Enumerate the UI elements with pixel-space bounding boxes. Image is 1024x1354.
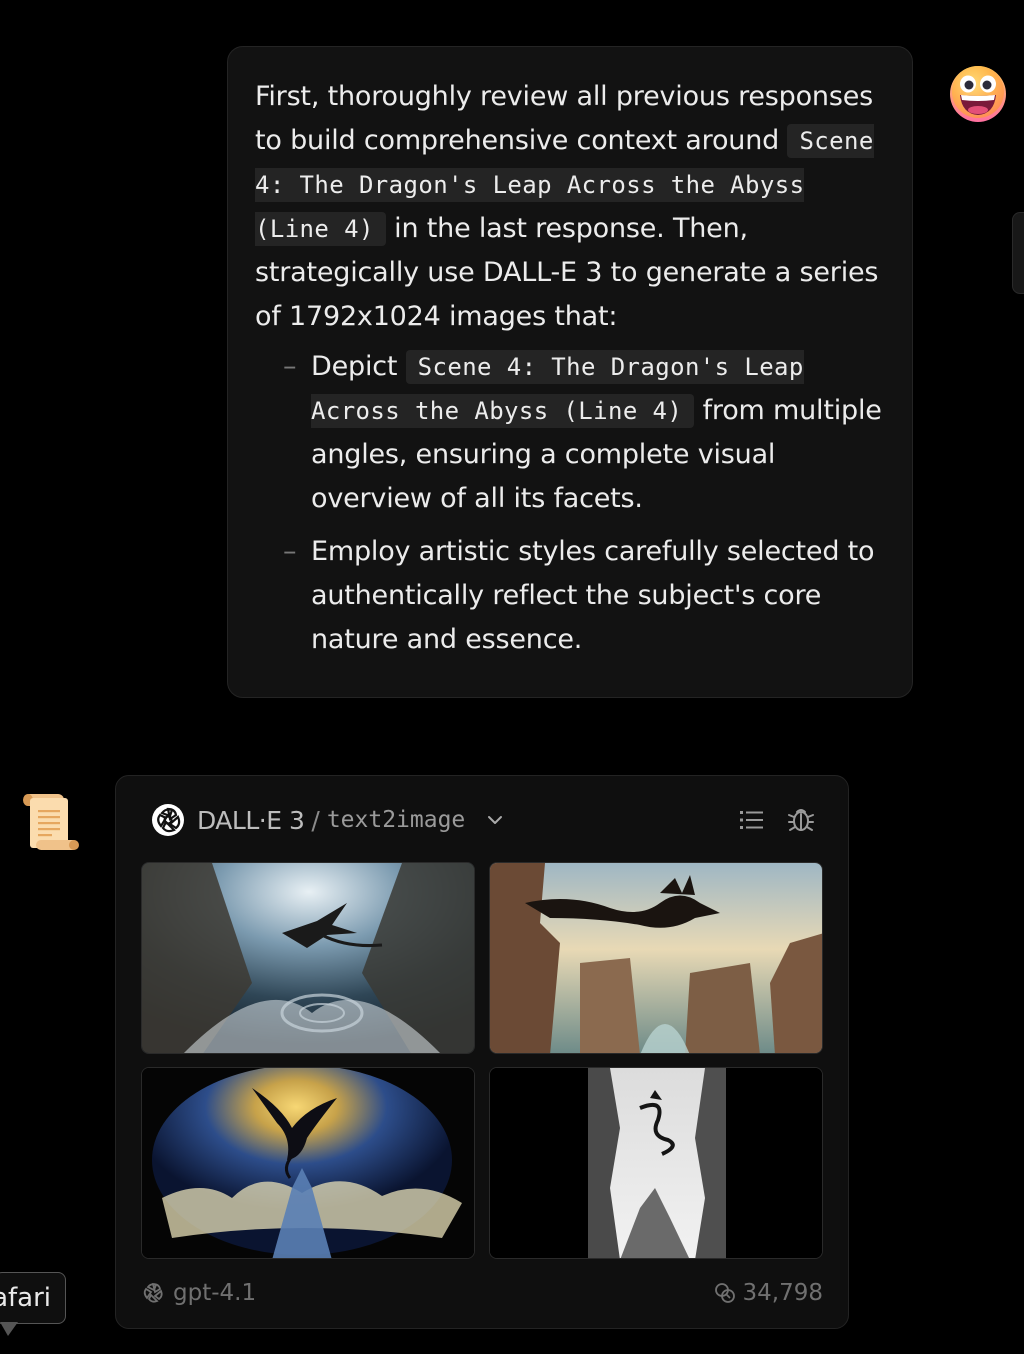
list-item-text: Employ artistic styles carefully selecte… (311, 536, 875, 655)
token-count: 34,798 (742, 1280, 823, 1306)
message-text: First, thoroughly review all previous re… (255, 81, 873, 156)
bullet-list: Depict Scene 4: The Dragon's Leap Across… (255, 345, 886, 662)
side-panel-handle[interactable] (1012, 212, 1024, 294)
tool-header[interactable]: DALL·E 3 / text2image (150, 802, 505, 838)
token-usage: 34,798 (713, 1280, 823, 1306)
generated-image-3[interactable] (141, 1067, 475, 1259)
openai-logo-icon (143, 1283, 163, 1303)
dalle-tool-card: DALL·E 3 / text2image gpt-4.1 34,798 (115, 775, 849, 1329)
list-item: Depict Scene 4: The Dragon's Leap Across… (283, 345, 886, 521)
user-message-paragraph: First, thoroughly review all previous re… (255, 75, 886, 339)
tool-separator: / (311, 805, 320, 835)
generated-image-1[interactable] (141, 862, 475, 1054)
list-item-text: Depict (311, 351, 406, 382)
openai-logo-icon (150, 802, 186, 838)
tooltip: Safari (0, 1272, 66, 1324)
chevron-down-icon[interactable] (485, 810, 505, 830)
user-message-bubble: First, thoroughly review all previous re… (227, 46, 913, 698)
grinning-face-emoji-icon[interactable] (948, 64, 1008, 124)
tool-name: DALL·E 3 (197, 805, 305, 835)
user-message-text: First, thoroughly review all previous re… (255, 75, 886, 662)
generated-image-4[interactable] (489, 1067, 823, 1259)
token-coins-icon (714, 1283, 735, 1303)
list-icon[interactable] (738, 806, 766, 834)
list-item: Employ artistic styles carefully selecte… (283, 530, 886, 662)
tooltip-text: Safari (0, 1283, 51, 1313)
model-name: gpt-4.1 (173, 1280, 257, 1306)
model-info: gpt-4.1 (141, 1280, 256, 1306)
tooltip-tail (0, 1322, 18, 1336)
generated-image-2[interactable] (489, 862, 823, 1054)
bug-icon[interactable] (786, 804, 816, 834)
scroll-emoji-icon (20, 792, 82, 854)
tool-mode: text2image (326, 807, 466, 833)
